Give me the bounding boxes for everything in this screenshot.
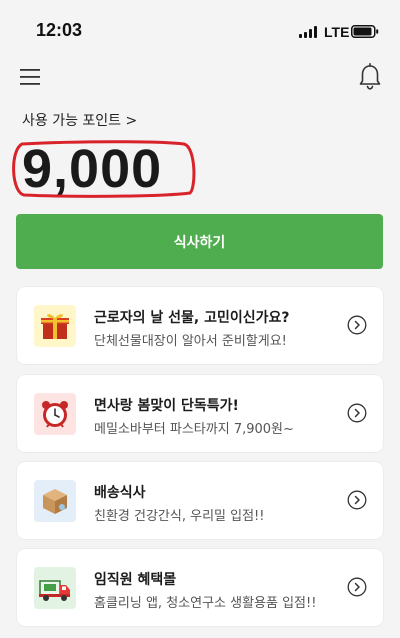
hamburger-menu-icon xyxy=(20,69,40,85)
card-title: 임직원 혜택몰 xyxy=(94,572,177,588)
promo-card-meal-delivery[interactable]: 배송식사 친환경 건강간식, 우리밀 입점!! xyxy=(17,462,383,539)
card-title: 근로자의 날 선물, 고민이신가요? xyxy=(94,310,290,326)
promo-card-noodle-sale[interactable]: 면사랑 봄맞이 단독특가! 메밀소바부터 파스타까지 7,900원~ xyxy=(17,375,383,452)
card-description: 친환경 건강간식, 우리밀 입점!! xyxy=(94,509,265,524)
card-title: 배송식사 xyxy=(94,485,146,501)
delivery-truck-icon xyxy=(34,567,76,609)
card-description: 단체선물대장이 알아서 준비할게요! xyxy=(94,334,287,349)
highlight-annotation-ring xyxy=(12,140,196,198)
menu-button[interactable] xyxy=(18,66,44,88)
battery-icon xyxy=(351,25,379,38)
eat-button[interactable]: 식사하기 xyxy=(16,214,383,269)
alarm-clock-icon xyxy=(34,393,76,435)
card-title: 면사랑 봄맞이 단독특가! xyxy=(94,398,239,414)
notification-button[interactable] xyxy=(356,62,384,92)
status-bar: 12:03 LTE xyxy=(0,0,400,60)
gift-box-icon xyxy=(34,305,76,347)
chevron-right-icon xyxy=(347,403,367,423)
available-points-link[interactable]: 사용 가능 포인트 > xyxy=(22,110,137,130)
card-description: 메밀소바부터 파스타까지 7,900원~ xyxy=(94,422,294,437)
status-time: 12:03 xyxy=(36,20,83,40)
signal-strength-icon xyxy=(299,26,319,38)
bell-icon xyxy=(359,62,381,90)
network-type: LTE xyxy=(324,24,350,40)
chevron-right-icon xyxy=(347,490,367,510)
delivery-box-icon xyxy=(34,480,76,522)
card-description: 홈클리닝 앱, 청소연구소 생활용품 입점!! xyxy=(94,596,317,611)
promo-card-employee-mall[interactable]: 임직원 혜택몰 홈클리닝 앱, 청소연구소 생활용품 입점!! xyxy=(17,549,383,626)
chevron-right-icon xyxy=(347,315,367,335)
promo-card-gift[interactable]: 근로자의 날 선물, 고민이신가요? 단체선물대장이 알아서 준비할게요! xyxy=(17,287,383,364)
chevron-right-icon xyxy=(347,577,367,597)
